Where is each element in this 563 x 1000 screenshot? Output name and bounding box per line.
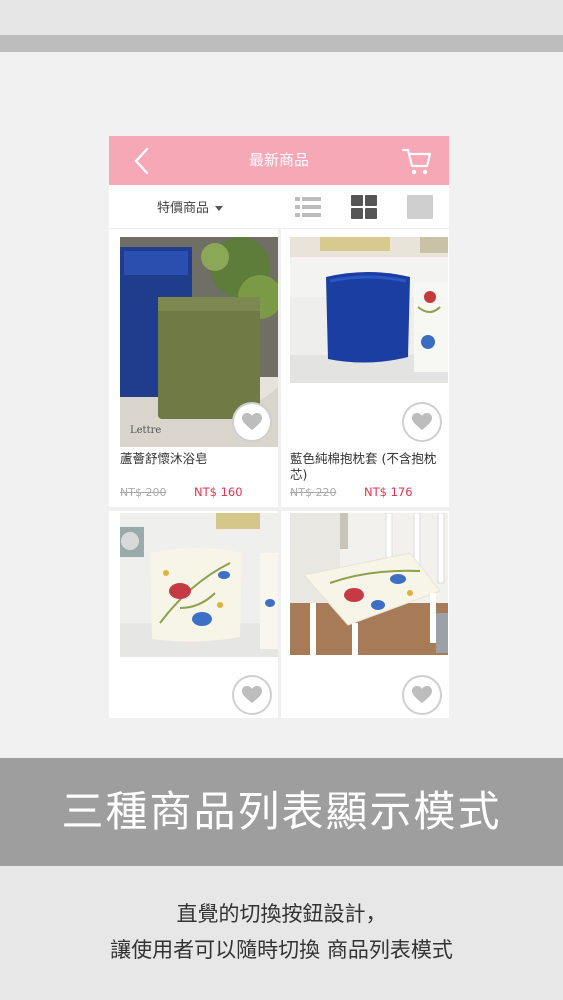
- single-view-button[interactable]: [407, 195, 433, 219]
- product-card[interactable]: [290, 511, 448, 718]
- single-view-icon: [407, 195, 433, 219]
- product-image-blue-pillow: [290, 237, 448, 447]
- description-line-2: 讓使用者可以隨時切換 商品列表模式: [110, 938, 453, 962]
- heart-icon: [412, 413, 432, 430]
- list-view-button[interactable]: [295, 195, 321, 219]
- heart-icon: [412, 686, 432, 703]
- favorite-button[interactable]: [402, 675, 442, 715]
- top-band: [0, 0, 563, 35]
- caret-down-icon: [215, 206, 224, 211]
- product-card[interactable]: Lettre 蘆薈舒懷沐浴皂 NT$ 200 NT$ 160: [120, 229, 278, 507]
- sale-price: NT$ 176: [364, 485, 413, 499]
- original-price: NT$ 200: [120, 486, 167, 499]
- product-image-soap: Lettre: [120, 237, 278, 447]
- svg-text:Lettre: Lettre: [130, 425, 161, 436]
- category-dropdown[interactable]: 特價商品: [157, 197, 224, 216]
- product-card[interactable]: 藍色純棉抱枕套 (不含抱枕芯) NT$ 220 NT$ 176: [290, 229, 448, 507]
- caption-headline: 三種商品列表顯示模式: [61, 787, 502, 836]
- heart-icon: [242, 413, 262, 430]
- category-dropdown-label: 特價商品: [157, 201, 210, 216]
- product-name: 藍色純棉抱枕套 (不含抱枕芯): [290, 451, 437, 482]
- caption-bar: 三種商品列表顯示模式: [0, 758, 563, 866]
- page-title: 最新商品: [248, 151, 309, 169]
- product-card[interactable]: [120, 511, 278, 718]
- filter-bar: 特價商品: [109, 185, 449, 229]
- sale-price: NT$ 160: [194, 485, 243, 499]
- app-header: 最新商品: [109, 136, 449, 185]
- favorite-button[interactable]: [402, 402, 442, 442]
- favorite-button[interactable]: [232, 402, 272, 442]
- heart-icon: [242, 686, 262, 703]
- top-divider: [0, 35, 563, 52]
- list-view-icon: [295, 197, 321, 217]
- grid-view-icon: [351, 195, 377, 219]
- cart-icon: [401, 148, 432, 175]
- description-area: 直覺的切換按鈕設計， 讓使用者可以隨時切換 商品列表模式: [0, 866, 563, 1000]
- original-price: NT$ 220: [290, 486, 337, 499]
- product-image-bird-pillow: [120, 513, 278, 718]
- product-image-chair-cushion: [290, 513, 448, 718]
- cart-button[interactable]: [401, 145, 433, 177]
- description-line-1: 直覺的切換按鈕設計，: [176, 902, 387, 926]
- phone-screen: 最新商品 特價商品 Lettre 蘆薈舒懷沐浴皂 NT$ 200 NT$ 160…: [109, 136, 449, 718]
- product-grid: Lettre 蘆薈舒懷沐浴皂 NT$ 200 NT$ 160 藍色純棉抱枕套 (…: [109, 229, 449, 718]
- favorite-button[interactable]: [232, 675, 272, 715]
- grid-view-button[interactable]: [351, 195, 377, 219]
- product-name: 蘆薈舒懷沐浴皂: [120, 451, 208, 466]
